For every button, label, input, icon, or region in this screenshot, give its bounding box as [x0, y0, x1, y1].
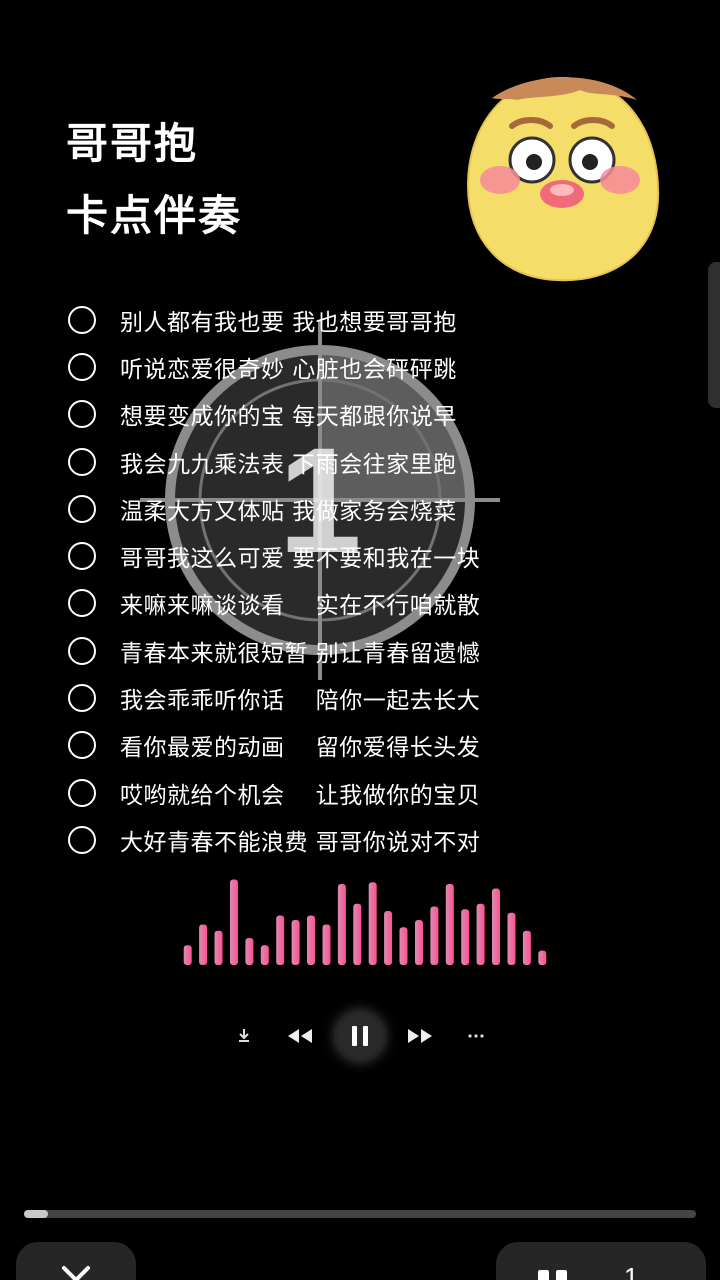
visualizer-bar	[307, 915, 315, 965]
lyric-text: 我会乖乖听你话 陪你一起去长大	[120, 688, 481, 715]
visualizer-bar	[492, 888, 500, 965]
lyric-item[interactable]: 哎哟就给个机会 让我做你的宝贝	[66, 769, 626, 816]
visualizer-bar	[353, 903, 362, 965]
lyric-item[interactable]: 听说恋爱很奇妙 心脏也会砰砰跳	[66, 343, 626, 390]
pause-icon	[352, 1026, 368, 1046]
radio-circle-icon[interactable]	[68, 825, 96, 854]
visualizer-bar	[461, 909, 470, 965]
more-icon	[468, 1034, 484, 1038]
song-title-line2: 卡点伴奏	[66, 191, 243, 240]
radio-circle-icon[interactable]	[68, 400, 96, 429]
rewind-icon	[288, 1029, 312, 1043]
visualizer-bar	[538, 950, 547, 965]
close-icon	[62, 1266, 90, 1280]
visualizer-bar	[384, 911, 393, 965]
visualizer-bar	[291, 920, 300, 965]
lyric-item[interactable]: 哥哥我这么可爱 要不要和我在一块	[66, 532, 626, 579]
visualizer-bar	[430, 906, 439, 965]
lyric-text: 青春本来就很短暂 别让青春留遗憾	[120, 640, 481, 667]
song-title: 哥哥抱 卡点伴奏	[66, 108, 242, 252]
radio-circle-icon[interactable]	[68, 636, 96, 665]
lyric-item[interactable]: 大好青春不能浪费 哥哥你说对不对	[66, 816, 626, 863]
radio-circle-icon[interactable]	[68, 684, 96, 713]
lyric-item[interactable]: 青春本来就很短暂 别让青春留遗憾	[66, 627, 626, 674]
lyric-text: 别人都有我也要 我也想要哥哥抱	[120, 309, 457, 336]
radio-circle-icon[interactable]	[68, 589, 96, 618]
more-button[interactable]	[454, 1014, 498, 1058]
visualizer-bar	[445, 884, 454, 965]
video-progress-fill	[24, 1210, 48, 1218]
lyric-text: 哎哟就给个机会 让我做你的宝贝	[120, 782, 481, 809]
lyric-text: 我会九九乘法表 下雨会往家里跑	[120, 451, 457, 478]
radio-circle-icon[interactable]	[68, 305, 96, 334]
video-progress-bar[interactable]	[24, 1210, 696, 1218]
rewind-button[interactable]	[278, 1014, 322, 1058]
lyric-item[interactable]: 看你最爱的动画 留你爱得长头发	[66, 722, 626, 769]
lyric-item[interactable]: 我会九九乘法表 下雨会往家里跑	[66, 438, 626, 485]
visualizer-bar	[260, 945, 269, 965]
lyric-item[interactable]: 我会乖乖听你话 陪你一起去长大	[66, 674, 626, 721]
visualizer-bar	[399, 927, 408, 965]
radio-circle-icon[interactable]	[68, 542, 96, 571]
visualizer-bar	[276, 915, 285, 965]
download-icon	[239, 1029, 249, 1042]
side-drawer-handle[interactable]	[708, 262, 720, 408]
visualizer-bar	[199, 924, 208, 965]
visualizer-bar	[476, 903, 485, 965]
mascot-face-sticker	[466, 76, 660, 282]
pause-button[interactable]	[334, 1010, 386, 1062]
visualizer-bar	[337, 884, 346, 965]
radio-circle-icon[interactable]	[68, 731, 96, 760]
lyric-text: 听说恋爱很奇妙 心脏也会砰砰跳	[120, 356, 457, 383]
lyric-text: 看你最爱的动画 留你爱得长头发	[120, 735, 481, 762]
visualizer-bar	[214, 930, 223, 965]
pause-icon	[538, 1270, 567, 1280]
lyric-text: 哥哥我这么可爱 要不要和我在一块	[120, 546, 481, 573]
close-button[interactable]	[16, 1242, 136, 1280]
playback-pill[interactable]: 1	[496, 1242, 706, 1280]
lyric-text: 温柔大方又体贴 我做家务会烧菜	[120, 498, 457, 525]
download-button[interactable]	[222, 1014, 266, 1058]
visualizer-bar	[522, 930, 531, 965]
lyric-item[interactable]: 来嘛来嘛谈谈看 实在不行咱就散	[66, 580, 626, 627]
radio-circle-icon[interactable]	[68, 352, 96, 381]
video-player-screen: 哥哥抱 卡点伴奏 1 别人都有我也要 我也想要哥哥抱 听说恋爱很奇妙 心脏也会砰…	[0, 0, 720, 1280]
radio-circle-icon[interactable]	[68, 447, 96, 476]
lyric-text: 大好青春不能浪费 哥哥你说对不对	[120, 829, 481, 856]
song-title-line1: 哥哥抱	[66, 119, 199, 168]
visualizer-bar	[415, 920, 423, 965]
visualizer-bar	[322, 924, 331, 965]
audio-visualizer	[183, 879, 547, 965]
lyric-text: 来嘛来嘛谈谈看 实在不行咱就散	[120, 593, 481, 620]
radio-circle-icon[interactable]	[68, 778, 96, 807]
visualizer-bar	[507, 912, 516, 965]
visualizer-bar	[230, 879, 238, 965]
lyrics-list: 别人都有我也要 我也想要哥哥抱 听说恋爱很奇妙 心脏也会砰砰跳 想要变成你的宝 …	[66, 296, 626, 864]
lyric-item[interactable]: 温柔大方又体贴 我做家务会烧菜	[66, 485, 626, 532]
visualizer-bar	[245, 938, 254, 965]
lyric-item[interactable]: 别人都有我也要 我也想要哥哥抱	[66, 296, 626, 343]
player-controls	[222, 1006, 498, 1066]
fast-forward-button[interactable]	[398, 1014, 442, 1058]
radio-circle-icon[interactable]	[68, 494, 96, 523]
lyric-text: 想要变成你的宝 每天都跟你说早	[120, 404, 457, 431]
visualizer-bar	[183, 945, 192, 965]
lyric-item[interactable]: 想要变成你的宝 每天都跟你说早	[66, 391, 626, 438]
fast-forward-icon	[408, 1029, 432, 1043]
page-number: 1	[624, 1262, 639, 1280]
visualizer-bar	[368, 882, 377, 965]
